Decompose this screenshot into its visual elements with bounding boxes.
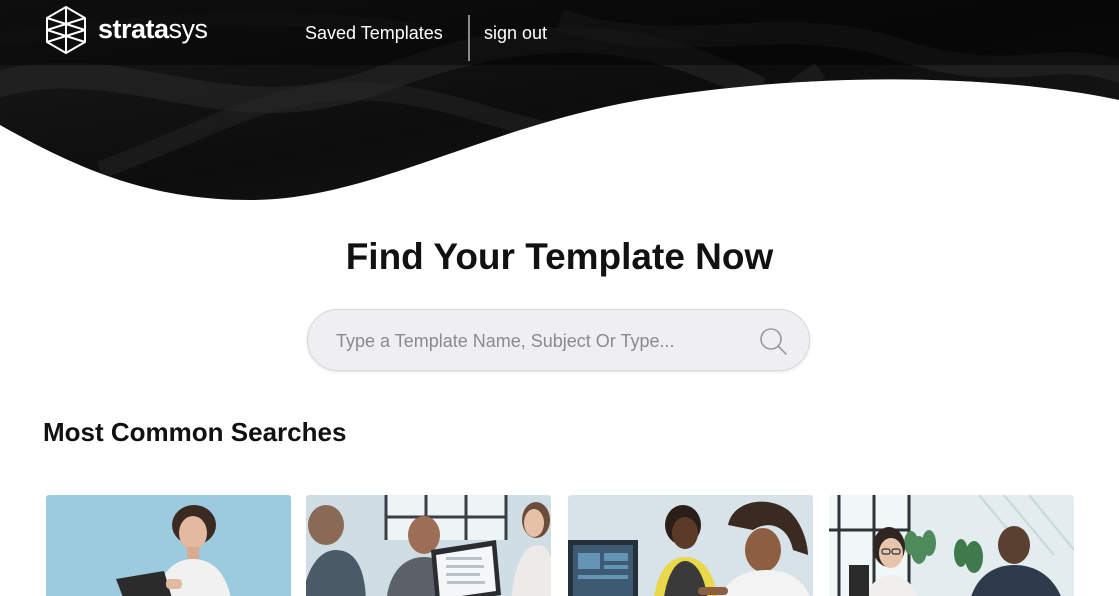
office-conversation-photo: [829, 495, 1074, 596]
top-nav: stratasys Saved Templates sign out: [0, 0, 1119, 65]
team-meeting-with-laptop-photo: [306, 495, 551, 596]
page-title: Find Your Template Now: [345, 236, 774, 277]
woman-holding-clipboard-photo: [46, 495, 291, 596]
section-title: Most Common Searches: [43, 417, 347, 447]
nav-divider: [468, 15, 470, 61]
saved-templates-link[interactable]: Saved Templates: [305, 22, 443, 44]
colleagues-looking-at-monitor-photo: [568, 495, 813, 596]
template-card-2[interactable]: [306, 495, 551, 596]
stratasys-logo-icon[interactable]: [46, 6, 86, 54]
search-input[interactable]: [334, 325, 758, 357]
search-bar: [307, 309, 810, 371]
page: stratasys Saved Templates sign out Find …: [0, 0, 1119, 596]
sign-out-link[interactable]: sign out: [484, 22, 547, 44]
brand-wordmark[interactable]: stratasys: [98, 13, 208, 45]
brand-name-bold: strata: [98, 14, 169, 44]
template-card-3[interactable]: [568, 495, 813, 596]
template-card-4[interactable]: [829, 495, 1074, 596]
brand-name-light: sys: [168, 14, 209, 44]
search-icon[interactable]: [758, 326, 788, 356]
template-card-1[interactable]: [46, 495, 291, 596]
